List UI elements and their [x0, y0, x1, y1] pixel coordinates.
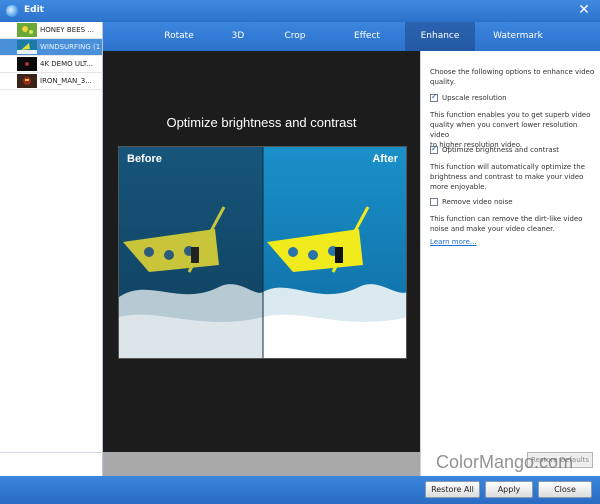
- file-list: HONEY BEES ... WINDSURFING (1)... 4K DEM…: [0, 22, 103, 452]
- intro-line: quality.: [430, 78, 456, 86]
- restore-all-button[interactable]: Restore All: [425, 481, 480, 498]
- file-list-item[interactable]: IRON_MAN_3...: [0, 73, 102, 90]
- watermark-text: ColorMango.com: [436, 452, 574, 472]
- noise-label: Remove video noise: [442, 198, 513, 206]
- desc-line: quality when you convert lower resolutio…: [430, 121, 578, 139]
- desc-line: This function will automatically optimiz…: [430, 163, 585, 171]
- file-list-item[interactable]: 4K DEMO ULT...: [0, 56, 102, 73]
- upscale-checkbox[interactable]: [430, 92, 438, 102]
- desc-line: This function can remove the dirt-like v…: [430, 215, 583, 223]
- intro-line: Choose the following options to enhance …: [430, 68, 595, 76]
- brightness-checkbox[interactable]: [430, 144, 438, 154]
- bees-thumbnail: [17, 23, 37, 37]
- preview-footer: [103, 452, 420, 476]
- preview-title: Optimize brightness and contrast: [166, 115, 357, 130]
- ironman-thumbnail: [17, 74, 37, 88]
- preview-area: Optimize brightness and contrast Before …: [103, 51, 420, 452]
- noise-description: This function can remove the dirt-like v…: [430, 214, 596, 234]
- upscale-description: This function enables you to get superb …: [430, 110, 596, 150]
- close-icon[interactable]: ✕: [576, 2, 592, 18]
- apply-button[interactable]: Apply: [485, 481, 533, 498]
- window-title: Edit: [24, 5, 44, 15]
- file-name: HONEY BEES ...: [40, 26, 94, 34]
- intro-text: Choose the following options to enhance …: [430, 67, 596, 87]
- desc-line: brightness and contrast to make your vid…: [430, 173, 584, 181]
- windsurf-image: [119, 147, 406, 358]
- enhance-options-panel: Choose the following options to enhance …: [420, 51, 600, 476]
- upscale-option[interactable]: Upscale resolution: [430, 92, 596, 103]
- close-button[interactable]: Close: [538, 481, 592, 498]
- tab-3d[interactable]: 3D: [215, 22, 261, 51]
- tab-rotate[interactable]: Rotate: [143, 22, 215, 51]
- brightness-option[interactable]: Optimize brightness and contrast: [430, 144, 596, 155]
- title-bar: Edit ✕: [0, 0, 600, 22]
- before-label: Before: [127, 153, 162, 165]
- tab-effect[interactable]: Effect: [329, 22, 405, 51]
- noise-option[interactable]: Remove video noise: [430, 197, 596, 207]
- tab-enhance[interactable]: Enhance: [405, 22, 475, 51]
- before-after-comparison: Before After: [118, 146, 407, 359]
- noise-checkbox[interactable]: [430, 198, 438, 206]
- desc-line: noise and make your video cleaner.: [430, 225, 555, 233]
- tab-watermark[interactable]: Watermark: [475, 22, 561, 51]
- file-list-footer: [0, 452, 103, 476]
- tab-crop[interactable]: Crop: [261, 22, 329, 51]
- desc-line: more enjoyable.: [430, 183, 487, 191]
- after-label: After: [372, 153, 398, 165]
- learn-more-link[interactable]: Learn more...: [430, 238, 477, 246]
- dark-thumbnail: [17, 57, 37, 71]
- tab-bar: Rotate 3D Crop Effect Enhance Watermark: [103, 22, 600, 51]
- brightness-label: Optimize brightness and contrast: [442, 146, 560, 154]
- app-icon: [6, 5, 18, 17]
- upscale-label: Upscale resolution: [442, 94, 507, 102]
- file-list-item[interactable]: HONEY BEES ...: [0, 22, 102, 39]
- file-name: 4K DEMO ULT...: [40, 60, 94, 68]
- file-name: WINDSURFING (1)...: [40, 43, 100, 51]
- file-name: IRON_MAN_3...: [40, 77, 92, 85]
- surf-thumbnail: [17, 40, 37, 54]
- file-list-item-selected[interactable]: WINDSURFING (1)...: [0, 39, 102, 56]
- desc-line: This function enables you to get superb …: [430, 111, 591, 119]
- brightness-description: This function will automatically optimiz…: [430, 162, 596, 192]
